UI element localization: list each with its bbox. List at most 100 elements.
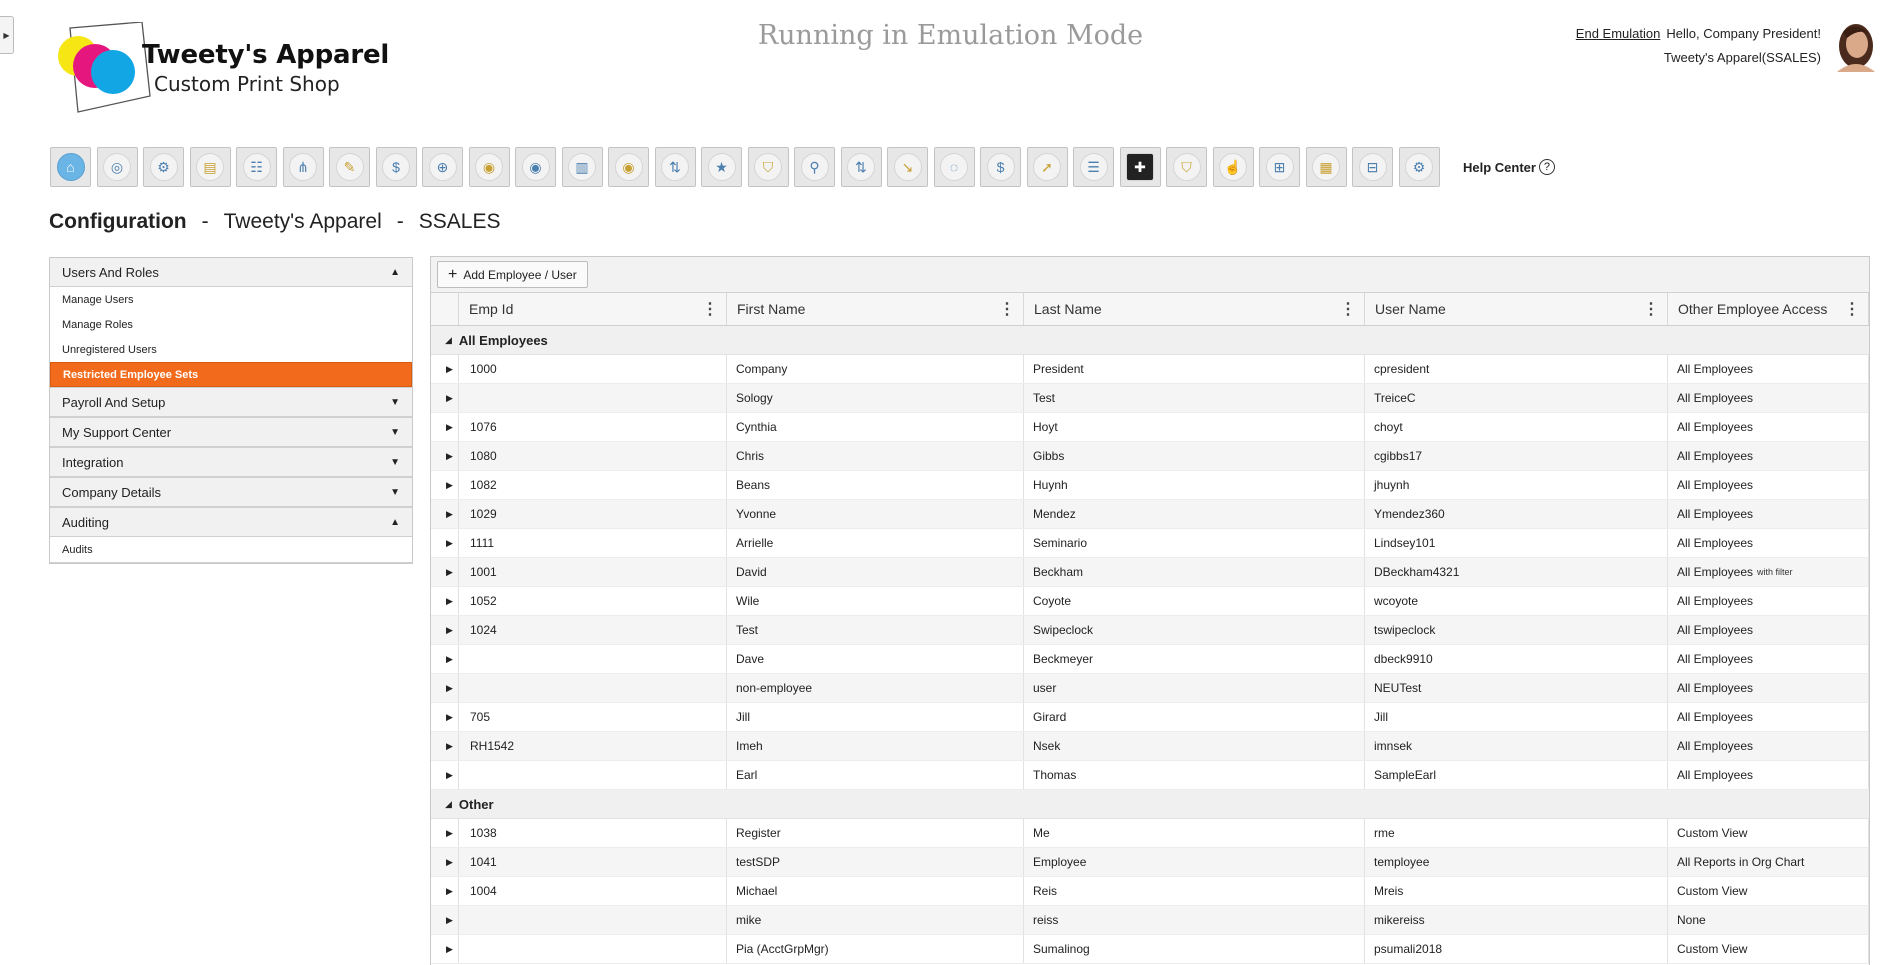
table-row[interactable]: ▶ 1029 Yvonne Mendez Ymendez360 All Employees [431, 500, 1869, 529]
expand-row-icon[interactable]: ▶ [431, 761, 459, 789]
table-row[interactable]: ▶ Dave Beckmeyer dbeck9910 All Employees [431, 645, 1869, 674]
table-row[interactable]: ▶ Earl Thomas SampleEarl All Employees [431, 761, 1869, 790]
toolbar-button-hand-touch[interactable]: ☝ [1212, 147, 1254, 187]
table-row[interactable]: ▶ RH1542 Imeh Nsek imnsek All Employees [431, 732, 1869, 761]
table-row[interactable]: ▶ 1080 Chris Gibbs cgibbs17 All Employees [431, 442, 1869, 471]
toolbar-button-job[interactable]: ▤ [189, 147, 231, 187]
table-row[interactable]: ▶ 705 Jill Girard Jill All Employees [431, 703, 1869, 732]
sidebar-group-header[interactable]: Users And Roles ▲ [50, 258, 412, 287]
avatar[interactable] [1829, 20, 1879, 72]
add-employee-button[interactable]: + Add Employee / User [437, 261, 588, 288]
table-row[interactable]: ▶ 1041 testSDP Employee temployee All Reports… [431, 848, 1869, 877]
expand-row-icon[interactable]: ▶ [431, 674, 459, 702]
toolbar-button-hierarchy[interactable]: ⋔ [282, 147, 324, 187]
table-row[interactable]: ▶ 1038 Register Me rme Custom View [431, 819, 1869, 848]
sidebar-item[interactable]: Unregistered Users [50, 337, 412, 362]
sidebar-group-header[interactable]: Integration ▼ [50, 448, 412, 477]
table-row[interactable]: ▶ 1004 Michael Reis Mreis Custom View [431, 877, 1869, 906]
toolbar-button-search-add[interactable]: ⊕ [422, 147, 463, 187]
cell-user-name: choyt [1365, 413, 1668, 441]
expand-row-icon[interactable]: ▶ [431, 500, 459, 528]
toolbar-button-people-pin[interactable]: ⚲ [794, 147, 835, 187]
sidebar-item[interactable]: Manage Users [50, 287, 412, 312]
toolbar-button-gift[interactable]: ⊞ [1259, 147, 1300, 187]
toolbar-button-group[interactable]: ☷ [236, 147, 277, 187]
column-header-first-name[interactable]: First Name ⋮ [727, 293, 1024, 325]
table-row[interactable]: ▶ 1082 Beans Huynh jhuynh All Employees [431, 471, 1869, 500]
column-header-user-name[interactable]: User Name ⋮ [1365, 293, 1668, 325]
toolbar-button-payroll-bag[interactable]: $ [375, 147, 417, 187]
table-row[interactable]: ▶ 1024 Test Swipeclock tswipeclock All Employ… [431, 616, 1869, 645]
column-menu-icon[interactable]: ⋮ [1340, 299, 1356, 319]
expand-row-icon[interactable]: ▶ [431, 384, 459, 412]
column-header-other-employee-access[interactable]: Other Employee Access ⋮ [1668, 293, 1869, 325]
expand-row-icon[interactable]: ▶ [431, 587, 459, 615]
toolbar-button-shield-person[interactable]: ⛉ [747, 147, 789, 187]
end-emulation-link[interactable]: End Emulation [1576, 26, 1661, 41]
toolbar-button-network[interactable]: ⊟ [1352, 147, 1393, 187]
toolbar-button-shield-person[interactable]: ⛉ [1166, 147, 1207, 187]
table-row[interactable]: ▶ 1052 Wile Coyote wcoyote All Employees [431, 587, 1869, 616]
toolbar-button-clipboard-add[interactable]: ✚ [1119, 147, 1161, 187]
sidebar-group-header[interactable]: My Support Center ▼ [50, 418, 412, 447]
collapse-group-icon[interactable]: ◢ [445, 799, 452, 810]
column-header-emp-id[interactable]: Emp Id ⋮ [459, 293, 727, 325]
expand-row-icon[interactable]: ▶ [431, 645, 459, 673]
group-row[interactable]: ◢ Other [431, 790, 1869, 819]
expand-row-icon[interactable]: ▶ [431, 355, 459, 383]
sidebar-item[interactable]: Audits [50, 537, 412, 562]
sidebar-group-header[interactable]: Company Details ▼ [50, 478, 412, 507]
toolbar-button-org[interactable]: ◎ [96, 147, 138, 187]
column-header-last-name[interactable]: Last Name ⋮ [1024, 293, 1365, 325]
sidebar-group-header[interactable]: Payroll And Setup ▼ [50, 388, 412, 417]
sidebar-item[interactable]: Manage Roles [50, 312, 412, 337]
toolbar-button-document[interactable]: ▦ [1305, 147, 1347, 187]
toolbar-button-fingerprint[interactable]: ◌ [933, 147, 975, 187]
table-row[interactable]: ▶ 1001 David Beckham DBeckham4321 All Employe… [431, 558, 1869, 587]
column-menu-icon[interactable]: ⋮ [1643, 299, 1659, 319]
toolbar-button-chart-people[interactable]: ▥ [561, 147, 603, 187]
toolbar-button-stack-people[interactable]: ☰ [1073, 147, 1114, 187]
expand-row-icon[interactable]: ▶ [431, 732, 459, 760]
expand-row-icon[interactable]: ▶ [431, 819, 459, 847]
toolbar-button-person-arrow[interactable]: ➚ [1026, 147, 1068, 187]
toolbar-button-people-settings[interactable]: ⚙ [143, 147, 184, 187]
toolbar-button-person-star[interactable]: ★ [701, 147, 742, 187]
toolbar-button-swap[interactable]: ⇅ [840, 147, 882, 187]
expand-row-icon[interactable]: ▶ [431, 529, 459, 557]
toolbar-button-target[interactable]: ◉ [468, 147, 510, 187]
toolbar-button-money-bag[interactable]: $ [980, 147, 1021, 187]
expand-row-icon[interactable]: ▶ [431, 558, 459, 586]
expand-row-icon[interactable]: ▶ [431, 471, 459, 499]
expand-row-icon[interactable]: ▶ [431, 413, 459, 441]
expand-row-icon[interactable]: ▶ [431, 848, 459, 876]
column-menu-icon[interactable]: ⋮ [999, 299, 1015, 319]
expand-row-icon[interactable]: ▶ [431, 935, 459, 963]
sidebar-item[interactable]: Restricted Employee Sets [50, 362, 412, 387]
table-row[interactable]: ▶ Sology Test TreiceC All Employees [431, 384, 1869, 413]
toolbar-button-settings-search[interactable]: ⚙ [1398, 147, 1440, 187]
table-row[interactable]: ▶ non-employee user NEUTest All Employees [431, 674, 1869, 703]
column-menu-icon[interactable]: ⋮ [702, 299, 718, 319]
table-row[interactable]: ▶ mike reiss mikereiss None [431, 906, 1869, 935]
toolbar-button-target[interactable]: ◉ [515, 147, 556, 187]
table-row[interactable]: ▶ 1076 Cynthia Hoyt choyt All Employees [431, 413, 1869, 442]
expand-row-icon[interactable]: ▶ [431, 877, 459, 905]
toolbar-button-form-edit[interactable]: ✎ [329, 147, 370, 187]
expand-row-icon[interactable]: ▶ [431, 616, 459, 644]
help-center-link[interactable]: Help Center? [1463, 159, 1555, 175]
toolbar-button-target[interactable]: ◉ [608, 147, 649, 187]
expand-row-icon[interactable]: ▶ [431, 442, 459, 470]
collapse-group-icon[interactable]: ◢ [445, 335, 452, 346]
table-row[interactable]: ▶ 1111 Arrielle Seminario Lindsey101 All Empl… [431, 529, 1869, 558]
table-row[interactable]: ▶ 1000 Company President cpresident All Emplo… [431, 355, 1869, 384]
toolbar-button-swap[interactable]: ⇅ [654, 147, 696, 187]
group-row[interactable]: ◢ All Employees [431, 326, 1869, 355]
expand-row-icon[interactable]: ▶ [431, 703, 459, 731]
toolbar-button-chart-down[interactable]: ↘ [887, 147, 928, 187]
table-row[interactable]: ▶ Pia (AcctGrpMgr) Sumalinog psumali2018 Cus… [431, 935, 1869, 964]
expand-row-icon[interactable]: ▶ [431, 906, 459, 934]
toolbar-button-home[interactable]: ⌂ [50, 147, 91, 187]
sidebar-group-header[interactable]: Auditing ▲ [50, 508, 412, 537]
column-menu-icon[interactable]: ⋮ [1844, 299, 1860, 319]
